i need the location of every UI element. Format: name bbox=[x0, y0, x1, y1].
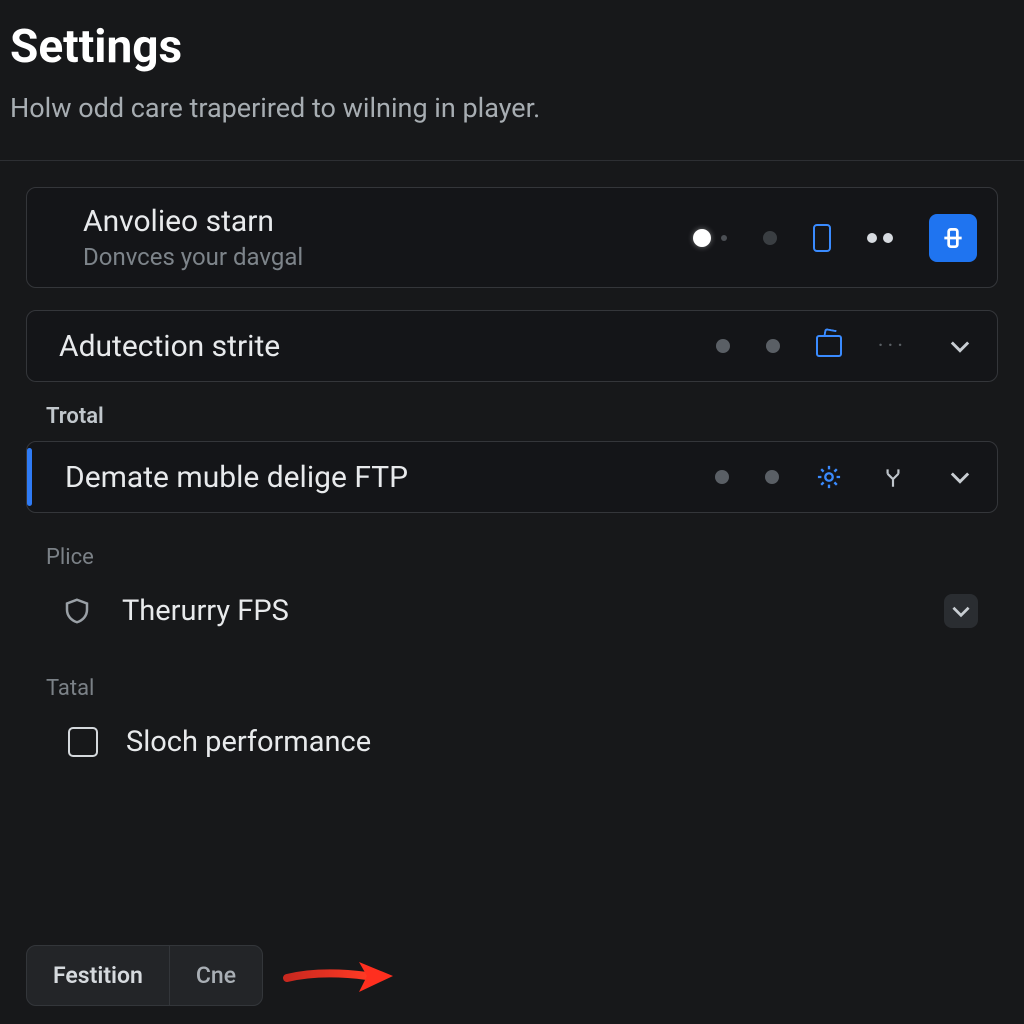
tab-festition[interactable]: Festition bbox=[27, 946, 169, 1005]
page-subtitle: Holw odd care traperired to wilning in p… bbox=[10, 92, 1014, 160]
section-tatal: Tatal bbox=[46, 676, 998, 701]
section-trotal: Trotal bbox=[46, 404, 998, 429]
shield-icon bbox=[60, 594, 94, 628]
gear-icon bbox=[815, 463, 843, 491]
row-therurry-label: Therurry FPS bbox=[122, 594, 944, 628]
segmented-control: Festition Cne bbox=[26, 945, 263, 1006]
divider bbox=[0, 160, 1024, 161]
status-dot-icon bbox=[765, 470, 779, 484]
device-slot-icon bbox=[813, 224, 831, 252]
card-demate[interactable]: Demate muble delige FTP bbox=[26, 441, 998, 513]
chevron-down-icon bbox=[946, 463, 974, 491]
card-adutection[interactable]: Adutection strite ··· bbox=[26, 310, 998, 382]
tv-icon bbox=[816, 335, 842, 357]
chevron-down-icon bbox=[948, 597, 974, 625]
tab-cne[interactable]: Cne bbox=[169, 946, 262, 1005]
status-dot-icon bbox=[766, 339, 780, 353]
section-plice: Plice bbox=[46, 545, 998, 570]
card-anvolieo-subtitle: Donvces your davgal bbox=[83, 243, 693, 271]
status-dot-idle-icon bbox=[763, 231, 777, 245]
checkbox-sloch[interactable] bbox=[68, 727, 98, 757]
card-anvolieo-title: Anvolieo starn bbox=[83, 204, 693, 239]
expand-therurry[interactable] bbox=[944, 594, 978, 628]
row-sloch-label: Sloch performance bbox=[126, 725, 978, 759]
eyes-icon bbox=[867, 233, 893, 243]
status-dot-icon bbox=[715, 470, 729, 484]
more-icon[interactable]: ··· bbox=[878, 334, 907, 359]
current-device-button[interactable] bbox=[929, 214, 977, 262]
expand-adutection[interactable] bbox=[943, 329, 977, 363]
page-title: Settings bbox=[10, 10, 1014, 92]
row-sloch[interactable]: Sloch performance bbox=[26, 713, 998, 771]
route-icon bbox=[879, 463, 907, 491]
card-anvolieo[interactable]: Anvolieo starn Donvces your davgal bbox=[26, 187, 998, 288]
card-demate-title: Demate muble delige FTP bbox=[65, 460, 715, 495]
status-dot-icon bbox=[716, 339, 730, 353]
status-dot-small-icon bbox=[721, 235, 727, 241]
arrow-right-icon bbox=[281, 954, 401, 998]
status-dot-active-icon bbox=[693, 229, 711, 247]
expand-demate[interactable] bbox=[943, 460, 977, 494]
arrow-annotation bbox=[281, 954, 401, 998]
status-dots bbox=[693, 229, 727, 247]
row-therurry[interactable]: Therurry FPS bbox=[26, 582, 998, 640]
device-icon bbox=[940, 225, 966, 251]
card-adutection-title: Adutection strite bbox=[59, 329, 716, 364]
gear-button[interactable] bbox=[815, 463, 843, 491]
chevron-down-icon bbox=[946, 332, 974, 360]
